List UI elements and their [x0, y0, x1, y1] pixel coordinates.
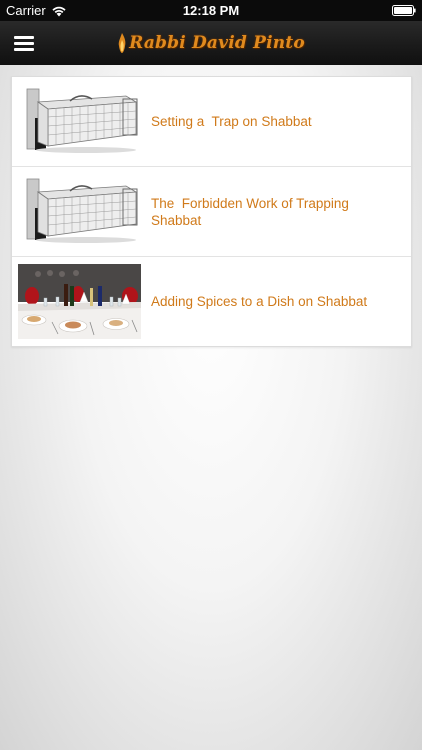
- trap-cage-thumbnail: [18, 174, 141, 249]
- article-title: The Forbidden Work of Trapping Shabbat: [151, 195, 349, 228]
- list-item[interactable]: Adding Spices to a Dish on Shabbat: [12, 257, 411, 346]
- status-time: 12:18 PM: [182, 3, 240, 18]
- article-title: Adding Spices to a Dish on Shabbat: [151, 294, 368, 309]
- list-item[interactable]: Setting a Trap on Shabbat: [12, 77, 411, 167]
- battery-icon: [392, 5, 416, 16]
- status-bar: Carrier 12:18 PM: [0, 0, 422, 21]
- list-item[interactable]: The Forbidden Work of Trapping Shabbat: [12, 167, 411, 257]
- brand-title: Rabbi David Pinto: [129, 33, 305, 53]
- status-right: [392, 0, 416, 21]
- brand-logo: Rabbi David Pinto: [0, 21, 422, 65]
- dinner-table-thumbnail: [18, 264, 141, 339]
- flame-icon: [118, 33, 126, 53]
- article-title: Setting a Trap on Shabbat: [151, 114, 312, 129]
- nav-bar: Rabbi David Pinto: [0, 21, 422, 65]
- trap-cage-thumbnail: [18, 84, 141, 159]
- article-list: Setting a Trap on Shabbat The Forbidden …: [11, 76, 412, 347]
